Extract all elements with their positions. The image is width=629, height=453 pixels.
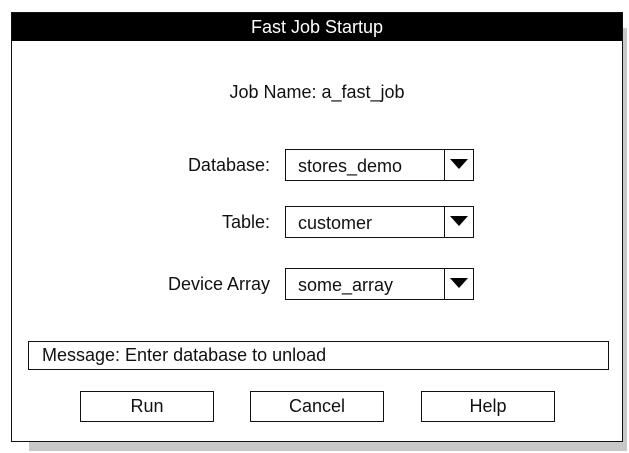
database-row: Database: stores_demo	[12, 149, 622, 181]
database-select[interactable]: stores_demo	[285, 149, 474, 181]
table-label: Table:	[221, 212, 270, 232]
device-array-select[interactable]: some_array	[285, 268, 474, 300]
help-button[interactable]: Help	[421, 391, 555, 422]
dialog-title: Fast Job Startup	[12, 13, 622, 41]
run-button[interactable]: Run	[80, 391, 214, 422]
table-dropdown-button[interactable]	[444, 207, 473, 237]
table-select[interactable]: customer	[285, 206, 474, 238]
device-array-dropdown-button[interactable]	[444, 269, 473, 299]
device-array-label: Device Array	[167, 274, 270, 294]
table-row: Table: customer	[12, 206, 622, 238]
job-name-label: Job Name: a_fast_job	[229, 82, 405, 102]
table-value: customer	[298, 213, 373, 233]
fast-job-startup-dialog: Fast Job Startup Job Name: a_fast_job Da…	[11, 12, 623, 442]
device-array-row: Device Array some_array	[12, 268, 622, 300]
dropdown-arrow-icon	[450, 216, 468, 226]
database-label: Database:	[187, 155, 270, 175]
database-dropdown-button[interactable]	[444, 150, 473, 180]
cancel-button[interactable]: Cancel	[250, 391, 384, 422]
dropdown-arrow-icon	[450, 159, 468, 169]
database-value: stores_demo	[298, 156, 403, 176]
device-array-value: some_array	[298, 275, 394, 295]
message-bar: Message: Enter database to unload	[28, 341, 609, 370]
dropdown-arrow-icon	[450, 278, 468, 288]
